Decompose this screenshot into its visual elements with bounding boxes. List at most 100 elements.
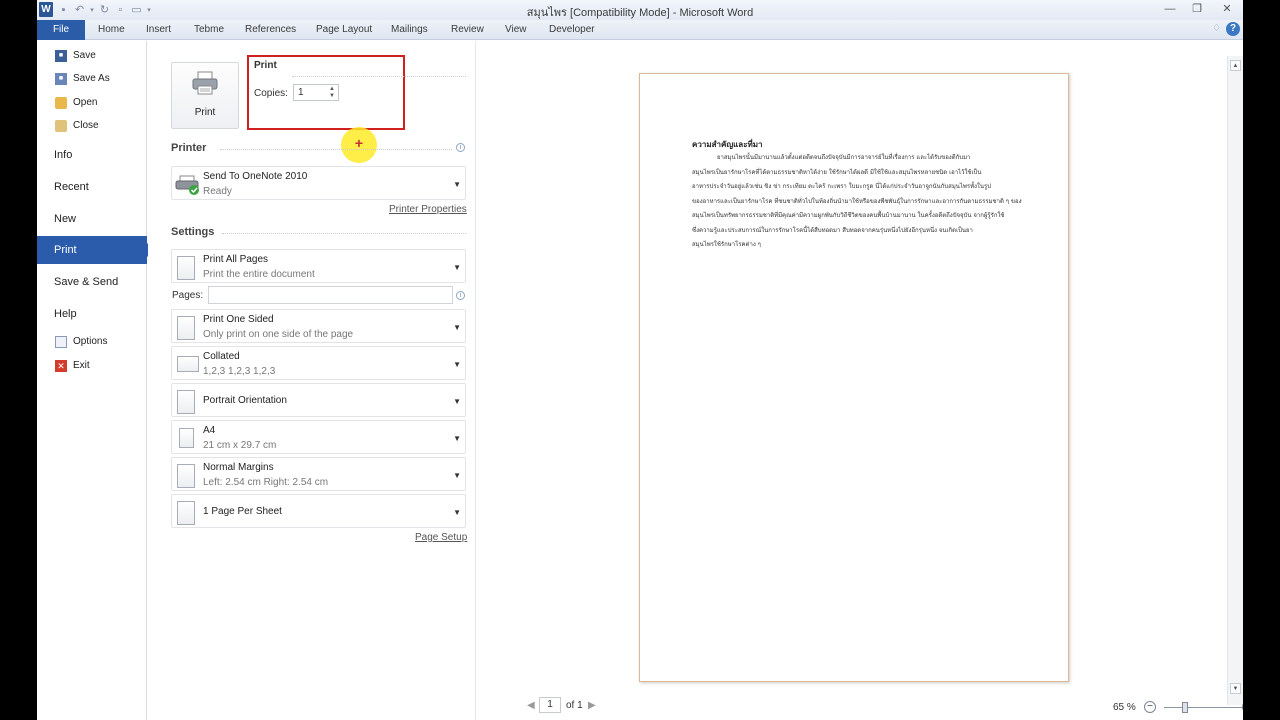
nav-save-as[interactable]: ■ Save As bbox=[37, 69, 147, 91]
collation-subtitle: 1,2,3 1,2,3 1,2,3 bbox=[203, 366, 276, 377]
pages-icon bbox=[177, 256, 195, 280]
minimize-ribbon-icon[interactable]: ♢ bbox=[1212, 23, 1221, 34]
next-page-icon[interactable]: ▶ bbox=[588, 700, 596, 711]
nav-save[interactable]: ■ Save bbox=[37, 46, 147, 68]
save-as-icon: ■ bbox=[55, 73, 67, 85]
close-folder-icon bbox=[55, 120, 67, 132]
portrait-icon bbox=[177, 390, 195, 414]
sides-select[interactable]: Print One Sided Only print on one side o… bbox=[171, 309, 466, 343]
nav-recent-label: Recent bbox=[54, 181, 89, 193]
tab-references[interactable]: References bbox=[245, 24, 296, 35]
nav-options[interactable]: Options bbox=[37, 332, 147, 354]
printer-heading: Printer bbox=[171, 142, 207, 154]
scroll-up-icon[interactable]: ▲ bbox=[1230, 60, 1241, 71]
tab-mailings[interactable]: Mailings bbox=[391, 24, 428, 35]
document-line: ซึ่งความรู้และประสบการณ์ในการรักษาโรคนี้… bbox=[692, 226, 973, 234]
margins-subtitle: Left: 2.54 cm Right: 2.54 cm bbox=[203, 477, 329, 488]
tab-view[interactable]: View bbox=[505, 24, 527, 35]
help-icon[interactable]: ? bbox=[1226, 22, 1240, 36]
tab-file[interactable]: File bbox=[37, 20, 85, 40]
nav-exit[interactable]: ✕ Exit bbox=[37, 356, 147, 378]
ribbon-tabs: Home Insert Tebme References Page Layout… bbox=[37, 20, 1243, 40]
chevron-down-icon: ▼ bbox=[453, 323, 461, 332]
nav-help-label: Help bbox=[54, 308, 77, 320]
nav-save-send-label: Save & Send bbox=[54, 276, 119, 288]
pages-input[interactable] bbox=[208, 286, 453, 304]
window-title: สมุนไพร [Compatibility Mode] - Microsoft… bbox=[526, 7, 754, 19]
printer-name: Send To OneNote 2010 bbox=[203, 171, 308, 182]
nav-options-label: Options bbox=[73, 336, 108, 347]
document-line: สมุนไพรใช้รักษาโรคต่าง ๆ bbox=[692, 241, 761, 248]
collation-title: Collated bbox=[203, 351, 240, 362]
pages-per-sheet-title: 1 Page Per Sheet bbox=[203, 506, 282, 517]
printer-select[interactable]: Send To OneNote 2010 Ready ▼ bbox=[171, 166, 466, 200]
pages-per-sheet-select[interactable]: 1 Page Per Sheet ▼ bbox=[171, 494, 466, 528]
print-range-title: Print All Pages bbox=[203, 254, 269, 265]
paper-size-icon bbox=[179, 428, 194, 448]
chevron-down-icon: ▼ bbox=[453, 508, 461, 517]
nav-print[interactable]: Print bbox=[37, 236, 155, 264]
print-range-select[interactable]: Print All Pages Print the entire documen… bbox=[171, 249, 466, 283]
minimize-icon[interactable]: — bbox=[1160, 2, 1180, 16]
nav-info-label: Info bbox=[54, 149, 73, 161]
scroll-down-icon[interactable]: ▼ bbox=[1230, 683, 1241, 694]
restore-icon[interactable]: ❐ bbox=[1187, 2, 1207, 16]
tab-page-layout[interactable]: Page Layout bbox=[316, 24, 372, 35]
paper-size-select[interactable]: A4 21 cm x 29.7 cm ▼ bbox=[171, 420, 466, 454]
zoom-out-icon[interactable]: − bbox=[1144, 701, 1156, 713]
print-range-subtitle: Print the entire document bbox=[203, 269, 315, 280]
vertical-scrollbar[interactable]: ▲ ▼ bbox=[1227, 56, 1243, 705]
previous-page-icon[interactable]: ◀ bbox=[527, 700, 535, 711]
copies-spin-icon[interactable]: ▲ ▼ bbox=[329, 86, 337, 100]
tab-insert[interactable]: Insert bbox=[146, 24, 171, 35]
nav-recent[interactable]: Recent bbox=[37, 173, 147, 201]
orientation-select[interactable]: Portrait Orientation ▼ bbox=[171, 383, 466, 417]
open-folder-icon bbox=[55, 97, 67, 109]
mouse-cursor-highlight: + bbox=[341, 127, 377, 163]
print-divider bbox=[292, 76, 466, 77]
document-line: ยาสมุนไพรนั้นมีมานานแล้วตั้งแต่อดีตจนถึง… bbox=[717, 154, 971, 161]
copies-value: 1 bbox=[298, 87, 304, 98]
page-number-input[interactable]: 1 bbox=[539, 697, 561, 713]
nav-save-send[interactable]: Save & Send bbox=[37, 268, 147, 296]
save-icon: ■ bbox=[55, 50, 67, 62]
tab-review[interactable]: Review bbox=[451, 24, 484, 35]
tab-home[interactable]: Home bbox=[98, 24, 125, 35]
settings-divider bbox=[222, 233, 466, 234]
paper-size-title: A4 bbox=[203, 425, 216, 436]
zoom-in-icon[interactable]: + bbox=[1242, 701, 1243, 713]
nav-new[interactable]: New bbox=[37, 205, 147, 233]
zoom-slider[interactable] bbox=[1164, 707, 1243, 708]
document-heading: ความสำคัญและที่มา bbox=[692, 140, 763, 149]
document-line: ของอาหารและเป็นยารักษาโรค ที่ชนชาติทั่วไ… bbox=[692, 197, 1022, 205]
sides-title: Print One Sided bbox=[203, 314, 274, 325]
document-page-preview: ความสำคัญและที่มา ยาสมุนไพรนั้นมีมานานแล… bbox=[639, 73, 1069, 682]
print-settings-panel: Print Print Copies: 1 ▲ ▼ + Printer i Sen… bbox=[148, 41, 476, 720]
zoom-slider-thumb[interactable] bbox=[1182, 702, 1188, 713]
zoom-level[interactable]: 65 % bbox=[1113, 702, 1136, 713]
pages-label: Pages: bbox=[172, 290, 204, 301]
copies-stepper[interactable]: 1 ▲ ▼ bbox=[293, 84, 339, 101]
one-sided-icon bbox=[177, 316, 195, 340]
tab-design[interactable]: Tebme bbox=[194, 24, 224, 35]
nav-open[interactable]: Open bbox=[37, 93, 147, 115]
printer-info-icon[interactable]: i bbox=[456, 143, 465, 152]
paper-size-subtitle: 21 cm x 29.7 cm bbox=[203, 440, 277, 451]
exit-icon: ✕ bbox=[55, 360, 67, 372]
nav-info[interactable]: Info bbox=[37, 141, 147, 169]
nav-help[interactable]: Help bbox=[37, 300, 147, 328]
pages-info-icon[interactable]: i bbox=[456, 291, 465, 300]
margins-select[interactable]: Normal Margins Left: 2.54 cm Right: 2.54… bbox=[171, 457, 466, 491]
page-setup-link[interactable]: Page Setup bbox=[415, 532, 467, 543]
options-icon bbox=[55, 336, 67, 348]
pages-per-sheet-icon bbox=[177, 501, 195, 525]
print-button[interactable]: Print bbox=[171, 62, 239, 129]
print-section-title: Print bbox=[254, 60, 277, 71]
close-window-icon[interactable]: ✕ bbox=[1217, 2, 1237, 16]
tab-developer[interactable]: Developer bbox=[549, 24, 595, 35]
collation-select[interactable]: Collated 1,2,3 1,2,3 1,2,3 ▼ bbox=[171, 346, 466, 380]
nav-close[interactable]: Close bbox=[37, 116, 147, 138]
chevron-down-icon: ▼ bbox=[453, 471, 461, 480]
settings-heading: Settings bbox=[171, 226, 215, 238]
printer-properties-link[interactable]: Printer Properties bbox=[389, 204, 467, 215]
